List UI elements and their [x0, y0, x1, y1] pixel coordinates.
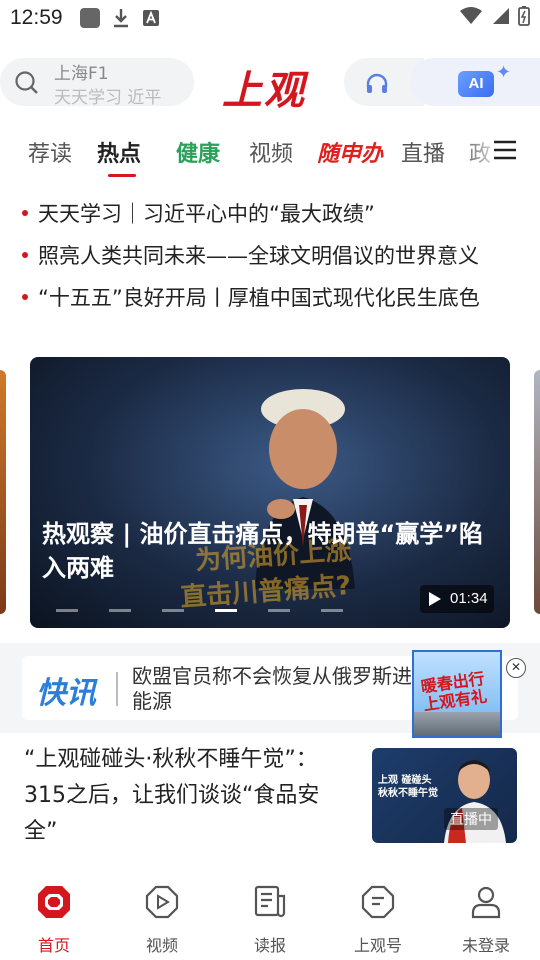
carousel-prev-peek[interactable] — [0, 370, 6, 614]
promo-text: 暖春出行 上观有礼 — [419, 668, 489, 715]
sparkle-icon: ✦ — [496, 62, 512, 83]
active-tab-indicator — [108, 174, 136, 177]
newspaper-icon — [254, 885, 286, 918]
nav-shangguanhao[interactable]: 上观号 — [324, 884, 432, 956]
search-icon — [15, 71, 38, 94]
carousel-dot[interactable] — [109, 609, 131, 612]
menu-icon[interactable] — [494, 140, 516, 160]
bullet-dot — [22, 252, 28, 258]
nav-video[interactable]: 视频 — [108, 884, 216, 956]
close-icon[interactable]: ✕ — [506, 658, 526, 678]
nav-home[interactable]: 首页 — [0, 884, 108, 956]
promo-train-image — [414, 712, 500, 736]
headline-item[interactable]: 照亮人类共同未来——全球文明倡议的世界意义 — [22, 240, 540, 274]
video-duration-badge: 01:34 — [420, 585, 494, 613]
tab-health[interactable]: 健康 — [176, 136, 220, 168]
flash-news-text: 欧盟官员称不会恢复从俄罗斯进口能源 — [132, 664, 432, 713]
signal-icon — [493, 8, 509, 24]
wifi-icon — [460, 7, 482, 24]
nav-label: 首页 — [37, 936, 70, 955]
carousel-dot[interactable] — [56, 609, 78, 612]
live-badge: 直播中 — [444, 808, 498, 830]
search-hint-primary: 上海F1 — [54, 64, 109, 84]
nav-label: 读报 — [253, 936, 286, 955]
download-icon — [114, 9, 128, 28]
headline-text: 天天学习｜习近平心中的“最大政绩” — [38, 202, 375, 226]
headline-item[interactable]: “十五五”良好开局丨厚植中国式现代化民生底色 — [22, 282, 540, 316]
tab-video[interactable]: 视频 — [249, 136, 293, 168]
tab-recommended[interactable]: 荐读 — [28, 136, 72, 168]
headline-item[interactable]: 天天学习｜习近平心中的“最大政绩” — [22, 198, 540, 232]
status-system-icons — [460, 6, 530, 26]
status-time: 12:59 — [10, 6, 63, 29]
account-badge-icon — [361, 885, 395, 919]
carousel-dot[interactable] — [321, 609, 343, 612]
tab-live[interactable]: 直播 — [401, 136, 445, 168]
bullet-dot — [22, 210, 28, 216]
search-hint-secondary: 天天学习 近平 — [54, 88, 162, 106]
video-duration: 01:34 — [450, 590, 488, 607]
article-title[interactable]: “上观碰碰头·秋秋不睡午觉”：315之后，让我们谈谈“食品安全” — [24, 742, 344, 850]
thumb-caption: 上观 碰碰头 秋秋不睡午觉 — [378, 775, 438, 799]
tab-suishenban[interactable]: 随申办 — [317, 136, 383, 168]
nav-newspaper[interactable]: 读报 — [216, 884, 324, 956]
video-play-icon — [145, 885, 179, 919]
channel-tabs: 荐读 热点 健康 视频 随申办 直播 政 — [0, 128, 540, 178]
bottom-nav: 首页 视频 读报 上观号 未登录 — [0, 870, 540, 960]
top-header: 上海F1 天天学习 近平 上观 AI ✦ — [0, 56, 540, 114]
headline-text: “十五五”良好开局丨厚植中国式现代化民生底色 — [38, 286, 480, 310]
bullet-dot — [22, 294, 28, 300]
carousel-dot[interactable] — [215, 609, 237, 612]
user-icon — [471, 886, 501, 919]
nav-login[interactable]: 未登录 — [432, 884, 540, 956]
flash-news-logo: 快讯 — [36, 676, 96, 711]
nav-label: 上观号 — [353, 936, 402, 955]
nav-label: 视频 — [145, 936, 178, 955]
battery-icon — [518, 6, 530, 26]
carousel-dot[interactable] — [268, 609, 290, 612]
carousel-title: 热观察 | 油价直击痛点，特朗普“赢学”陷入两难 — [42, 520, 484, 582]
tab-hot[interactable]: 热点 — [97, 136, 141, 168]
featured-video-carousel[interactable]: 为何油价上涨 直击川普痛点? 热观察 | 油价直击痛点，特朗普“赢学”陷入两难 … — [30, 357, 510, 628]
ai-assistant-button[interactable]: AI ✦ — [410, 58, 540, 106]
search-box[interactable]: 上海F1 天天学习 近平 — [0, 58, 194, 106]
carousel-next-peek[interactable] — [534, 370, 540, 614]
brand-logo: 上观 — [222, 67, 306, 114]
article-thumbnail[interactable]: 上观 碰碰头 秋秋不睡午觉 直播中 — [372, 748, 517, 843]
ai-badge: AI — [458, 71, 494, 97]
nav-label: 未登录 — [461, 936, 510, 955]
status-notification-icons — [80, 8, 160, 28]
divider — [116, 672, 118, 706]
carousel-dots — [56, 609, 343, 612]
app-notification-icon — [80, 8, 100, 28]
carousel-dot[interactable] — [162, 609, 184, 612]
font-a-icon — [143, 10, 159, 26]
play-icon — [429, 592, 441, 606]
status-bar: 12:59 — [0, 0, 540, 36]
home-icon — [38, 886, 70, 918]
headphones-icon — [366, 73, 388, 93]
headline-text: 照亮人类共同未来——全球文明倡议的世界意义 — [38, 244, 479, 268]
promo-banner[interactable]: 暖春出行 上观有礼 — [412, 650, 502, 738]
